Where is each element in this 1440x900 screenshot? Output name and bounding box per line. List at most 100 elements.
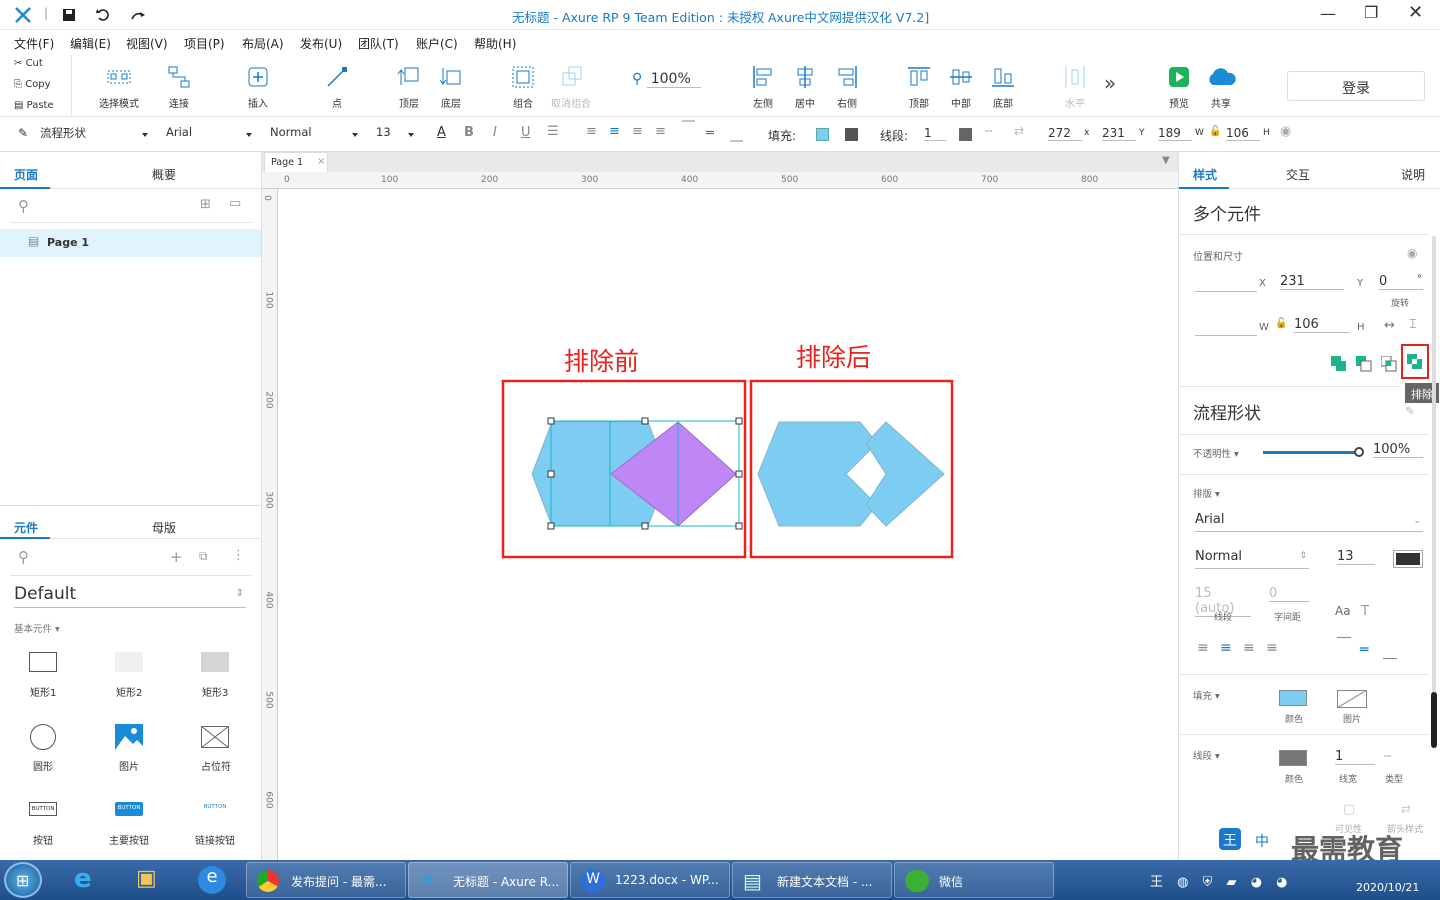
- char-spacing-input[interactable]: 0: [1269, 586, 1309, 602]
- bottom-layer-button[interactable]: 底层: [436, 65, 466, 110]
- font-size-select[interactable]: 13: [376, 125, 416, 145]
- point-button[interactable]: 点: [322, 65, 352, 110]
- preview-button[interactable]: 预览: [1164, 65, 1194, 110]
- line-color-swatch[interactable]: [959, 128, 972, 141]
- widget-style-select[interactable]: 流程形状: [40, 125, 150, 145]
- y-position-input[interactable]: 231: [1280, 274, 1344, 290]
- tab-style[interactable]: 样式: [1193, 166, 1217, 183]
- menu-project[interactable]: 项目(P): [184, 35, 225, 52]
- w-input[interactable]: [1195, 318, 1257, 336]
- opacity-slider[interactable]: [1263, 451, 1359, 454]
- align-text-left-icon[interactable]: ≡: [1197, 640, 1209, 656]
- justify-text-icon[interactable]: ≡: [1266, 640, 1278, 656]
- close-tab-icon[interactable]: ×: [317, 156, 325, 167]
- h-input[interactable]: 106: [1226, 126, 1260, 141]
- font-color-button[interactable]: A: [437, 125, 446, 140]
- group-button[interactable]: 组合: [508, 65, 538, 110]
- rectangle1-widget-icon[interactable]: [29, 652, 57, 672]
- edit-style-icon[interactable]: ✎: [1405, 404, 1415, 418]
- align-text-center-icon[interactable]: ≡: [609, 124, 620, 139]
- system-tray[interactable]: 王 ◍ ⛨ ▰ ◕ ◕: [1150, 871, 1330, 891]
- text-case-icon[interactable]: Aa: [1335, 604, 1351, 618]
- w-input[interactable]: 189: [1158, 126, 1192, 141]
- font-weight-select[interactable]: Normal ⇕: [1195, 549, 1309, 569]
- fill-color-swatch[interactable]: [1279, 690, 1307, 706]
- rectangle2-widget-icon[interactable]: [115, 652, 143, 672]
- align-center-button[interactable]: 居中: [790, 65, 820, 110]
- task-wechat[interactable]: 微信: [894, 862, 1054, 898]
- border-width-input[interactable]: 1: [1335, 749, 1375, 765]
- align-text-right-icon[interactable]: ≡: [632, 124, 643, 139]
- lock-icon[interactable]: 🔓: [1275, 318, 1287, 329]
- excluded-hexagon-shape[interactable]: [757, 421, 878, 527]
- arrow-style-icon[interactable]: ⇄: [1401, 802, 1411, 816]
- valign-bottom-icon[interactable]: ⎽: [730, 128, 743, 143]
- border-pattern-icon[interactable]: ┄: [1384, 749, 1391, 763]
- text-format-icon[interactable]: T: [1361, 604, 1369, 619]
- font-size-input[interactable]: 13: [1337, 549, 1375, 565]
- page-search-icon[interactable]: ⚲: [18, 197, 29, 215]
- font-family-select[interactable]: Arial ⌄: [1195, 512, 1423, 532]
- align-top-button[interactable]: 顶部: [904, 65, 934, 110]
- menu-edit[interactable]: 编辑(E): [70, 35, 111, 52]
- ie-alt-icon[interactable]: e: [198, 866, 226, 894]
- menu-help[interactable]: 帮助(H): [474, 35, 516, 52]
- x-input[interactable]: 272: [1048, 126, 1082, 141]
- login-button[interactable]: 登录: [1287, 71, 1425, 101]
- align-text-center-icon[interactable]: ≡: [1220, 640, 1232, 656]
- arrow-style-icon[interactable]: ⇄: [1014, 124, 1024, 138]
- align-text-left-icon[interactable]: ≡: [586, 124, 597, 139]
- ungroup-button[interactable]: 取消组合: [548, 65, 594, 110]
- tab-masters[interactable]: 母版: [152, 519, 176, 536]
- primary-button-widget-icon[interactable]: BUTTON: [115, 802, 143, 816]
- align-left-button[interactable]: 左侧: [748, 65, 778, 110]
- top-layer-button[interactable]: 顶层: [394, 65, 424, 110]
- bold-button[interactable]: B: [464, 125, 474, 140]
- visibility-icon[interactable]: ▢: [1343, 802, 1355, 817]
- paste-button[interactable]: ▤ Paste: [14, 100, 54, 111]
- button-widget-icon[interactable]: BUTTON: [29, 802, 57, 816]
- more-tools-button[interactable]: »: [1104, 71, 1116, 95]
- cut-button[interactable]: ✂ Cut: [14, 58, 43, 69]
- placeholder-widget-icon[interactable]: [201, 726, 229, 748]
- save-icon[interactable]: [62, 8, 76, 22]
- tab-notes[interactable]: 说明: [1401, 166, 1425, 183]
- scrollbar-thumb[interactable]: [1431, 692, 1437, 748]
- add-library-icon[interactable]: +: [170, 548, 183, 566]
- fit-height-icon[interactable]: ⌶: [1409, 317, 1417, 332]
- fit-width-icon[interactable]: ↔: [1384, 318, 1395, 333]
- justify-text-icon[interactable]: ≡: [655, 124, 666, 139]
- page-item[interactable]: ▤ Page 1: [0, 229, 261, 257]
- underline-button[interactable]: U: [521, 125, 531, 140]
- opacity-slider-thumb[interactable]: [1354, 447, 1364, 457]
- valign-middle-icon[interactable]: ═: [1360, 642, 1368, 658]
- visibility-eye-icon[interactable]: ◉: [1407, 246, 1417, 260]
- tab-outline[interactable]: 概要: [152, 166, 176, 183]
- task-wps[interactable]: W 1223.docx - WP...: [570, 862, 730, 898]
- tab-pages[interactable]: 页面: [14, 166, 38, 183]
- more-icon[interactable]: ⋮: [232, 548, 245, 563]
- valign-top-icon[interactable]: ⎺: [1337, 636, 1351, 652]
- font-weight-select[interactable]: Normal: [270, 125, 360, 145]
- add-page-icon[interactable]: ⊞: [200, 197, 211, 212]
- menu-view[interactable]: 视图(V): [126, 35, 168, 52]
- menu-file[interactable]: 文件(F): [14, 35, 54, 52]
- close-button[interactable]: ✕: [1408, 2, 1423, 23]
- line-width-input[interactable]: 1: [924, 126, 946, 141]
- share-button[interactable]: 共享: [1204, 65, 1238, 110]
- x-input[interactable]: [1195, 274, 1257, 292]
- exclude-button[interactable]: [1401, 344, 1429, 379]
- undo-icon[interactable]: [96, 8, 110, 22]
- library-select[interactable]: Default ⇕: [14, 584, 246, 608]
- visibility-eye-icon[interactable]: ◉: [1280, 124, 1291, 139]
- fill-color-swatch[interactable]: [816, 128, 829, 141]
- minimize-button[interactable]: —: [1320, 4, 1336, 23]
- start-button[interactable]: ⊞: [4, 862, 42, 898]
- tab-interactions[interactable]: 交互: [1286, 166, 1310, 183]
- valign-bottom-icon[interactable]: ⎽: [1383, 644, 1397, 660]
- ie-icon[interactable]: e: [74, 864, 92, 894]
- restore-button[interactable]: ❐: [1364, 3, 1378, 22]
- menu-team[interactable]: 团队(T): [358, 35, 399, 52]
- excluded-diamond-shape[interactable]: [865, 421, 945, 527]
- distribute-horizontal-button[interactable]: 水平: [1060, 65, 1090, 110]
